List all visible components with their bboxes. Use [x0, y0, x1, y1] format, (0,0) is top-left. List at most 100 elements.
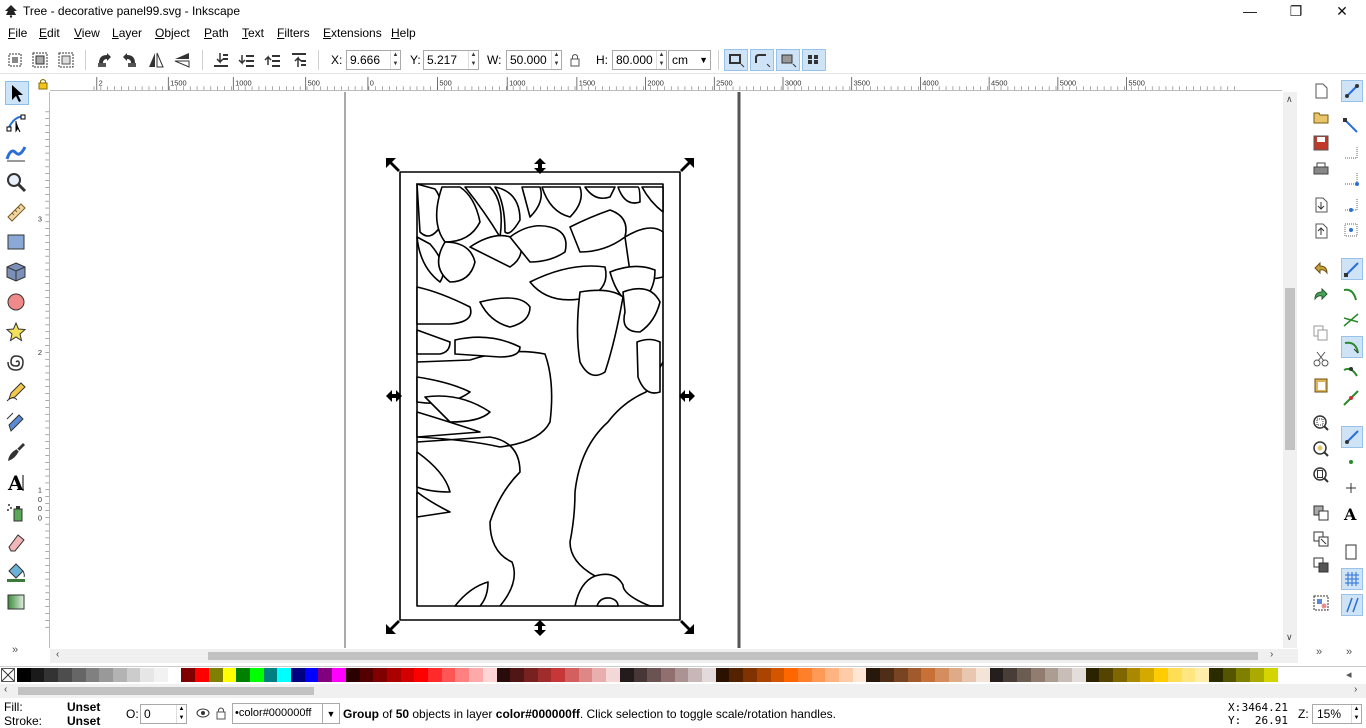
color-swatch[interactable]	[1044, 668, 1059, 682]
color-swatch[interactable]	[58, 668, 73, 682]
snap-paths-toggle[interactable]	[1341, 284, 1363, 306]
color-swatch[interactable]	[496, 668, 511, 682]
color-swatch[interactable]	[893, 668, 908, 682]
color-swatch[interactable]	[30, 668, 45, 682]
spin-arrows-icon[interactable]: ▲ ▼	[176, 705, 186, 723]
spray-tool[interactable]	[5, 501, 29, 525]
color-swatch[interactable]	[1208, 668, 1223, 682]
snap-bbox-center-toggle[interactable]	[1341, 220, 1363, 242]
menu-view[interactable]: View	[74, 26, 100, 40]
redo-icon[interactable]	[1312, 286, 1330, 304]
close-button[interactable]: ✕	[1319, 0, 1365, 24]
canvas-drawing[interactable]	[50, 92, 1282, 648]
stroke-value[interactable]: Unset	[67, 714, 100, 728]
palette-scroll-thumb[interactable]	[18, 687, 314, 695]
color-swatch[interactable]	[236, 668, 251, 682]
calligraphy-tool[interactable]	[5, 441, 29, 465]
color-swatch[interactable]	[44, 668, 59, 682]
color-swatch[interactable]	[277, 668, 292, 682]
color-swatch[interactable]	[688, 668, 703, 682]
snap-guides-toggle[interactable]	[1341, 594, 1363, 616]
snap-bbox-toggle[interactable]	[1341, 116, 1363, 138]
x-input[interactable]: 9.666 ▲ ▼	[346, 50, 401, 70]
copy-icon[interactable]	[1312, 324, 1330, 342]
w-input[interactable]: 50.000 ▲ ▼	[506, 50, 562, 70]
rectangle-tool[interactable]	[5, 231, 29, 255]
undo-icon[interactable]	[1312, 260, 1330, 278]
gradient-tool[interactable]	[5, 591, 29, 615]
color-swatch[interactable]	[976, 668, 990, 682]
color-swatch[interactable]	[222, 668, 237, 682]
open-folder-icon[interactable]	[1312, 108, 1330, 126]
snap-others-toggle[interactable]	[1341, 426, 1363, 448]
node-tool[interactable]	[5, 111, 29, 135]
3d-box-tool[interactable]	[5, 261, 29, 285]
tweak-tool[interactable]	[5, 141, 29, 165]
snap-object-centers-toggle[interactable]	[1341, 452, 1363, 474]
scale-stroke-toggle[interactable]	[724, 49, 748, 71]
paint-bucket-tool[interactable]	[5, 561, 29, 585]
color-swatch[interactable]	[702, 668, 716, 682]
export-icon[interactable]	[1312, 222, 1330, 240]
color-swatch[interactable]	[345, 668, 360, 682]
color-swatch[interactable]	[811, 668, 826, 682]
menu-layer[interactable]: Layer	[112, 26, 142, 40]
maximize-button[interactable]: ❐	[1273, 0, 1319, 24]
menu-extensions[interactable]: Extensions	[323, 26, 382, 40]
h-input[interactable]: 80.000 ▲ ▼	[612, 50, 667, 70]
color-swatch[interactable]	[304, 668, 319, 682]
color-swatch[interactable]	[743, 668, 758, 682]
zoom-input[interactable]: 15% ▲ ▼	[1312, 704, 1362, 724]
color-swatch[interactable]	[592, 668, 607, 682]
cut-icon[interactable]	[1312, 350, 1330, 368]
flip-vertical-icon[interactable]	[173, 51, 191, 69]
color-swatch[interactable]	[989, 668, 1004, 682]
color-swatch[interactable]	[852, 668, 867, 682]
color-swatch[interactable]	[1154, 668, 1169, 682]
color-swatch[interactable]	[318, 668, 333, 682]
deselect-icon[interactable]	[57, 51, 75, 69]
snap-nodes-toggle[interactable]	[1341, 258, 1363, 280]
paste-icon[interactable]	[1312, 376, 1330, 394]
tree-panel-group[interactable]	[399, 171, 681, 621]
color-swatch[interactable]	[17, 668, 31, 682]
snap-text-baseline-toggle[interactable]: A	[1341, 504, 1363, 526]
spin-arrows-icon[interactable]: ▲ ▼	[390, 51, 400, 69]
color-swatch[interactable]	[1017, 668, 1032, 682]
snap-enable-toggle[interactable]	[1341, 80, 1363, 102]
color-swatch[interactable]	[934, 668, 949, 682]
scroll-up-icon[interactable]: ∧	[1286, 94, 1293, 105]
color-swatch[interactable]	[647, 668, 662, 682]
color-swatch[interactable]	[715, 668, 730, 682]
color-swatch[interactable]	[606, 668, 621, 682]
color-swatch[interactable]	[962, 668, 977, 682]
color-swatch[interactable]	[400, 668, 415, 682]
menu-object[interactable]: Object	[155, 26, 190, 40]
select-all-icon[interactable]	[6, 51, 24, 69]
raise-icon[interactable]	[264, 51, 282, 69]
color-swatch[interactable]	[332, 668, 347, 682]
measure-tool[interactable]	[5, 201, 29, 225]
color-swatch[interactable]	[660, 668, 675, 682]
import-icon[interactable]	[1312, 196, 1330, 214]
palette-scroll-left-icon[interactable]: ‹	[4, 684, 7, 695]
menu-filters[interactable]: Filters	[277, 26, 310, 40]
snap-bbox-corners-toggle[interactable]	[1341, 168, 1363, 190]
eye-visibility-icon[interactable]	[196, 708, 210, 718]
color-swatch[interactable]	[1167, 668, 1182, 682]
color-swatch[interactable]	[112, 668, 127, 682]
horizontal-scrollbar[interactable]: ‹ ›	[50, 649, 1298, 663]
color-swatch[interactable]	[1003, 668, 1018, 682]
spiral-tool[interactable]	[5, 351, 29, 375]
print-icon[interactable]	[1312, 160, 1330, 178]
save-icon[interactable]	[1312, 134, 1330, 152]
color-swatch[interactable]	[1085, 668, 1100, 682]
snap-bbox-edges-toggle[interactable]	[1341, 142, 1363, 164]
vertical-scrollbar[interactable]: ∧ ∨	[1283, 92, 1297, 648]
color-swatch[interactable]	[249, 668, 264, 682]
drawing-canvas[interactable]	[50, 92, 1282, 648]
color-swatch[interactable]	[1250, 668, 1264, 682]
color-swatch[interactable]	[578, 668, 593, 682]
color-swatch[interactable]	[455, 668, 470, 682]
color-swatch[interactable]	[797, 668, 812, 682]
